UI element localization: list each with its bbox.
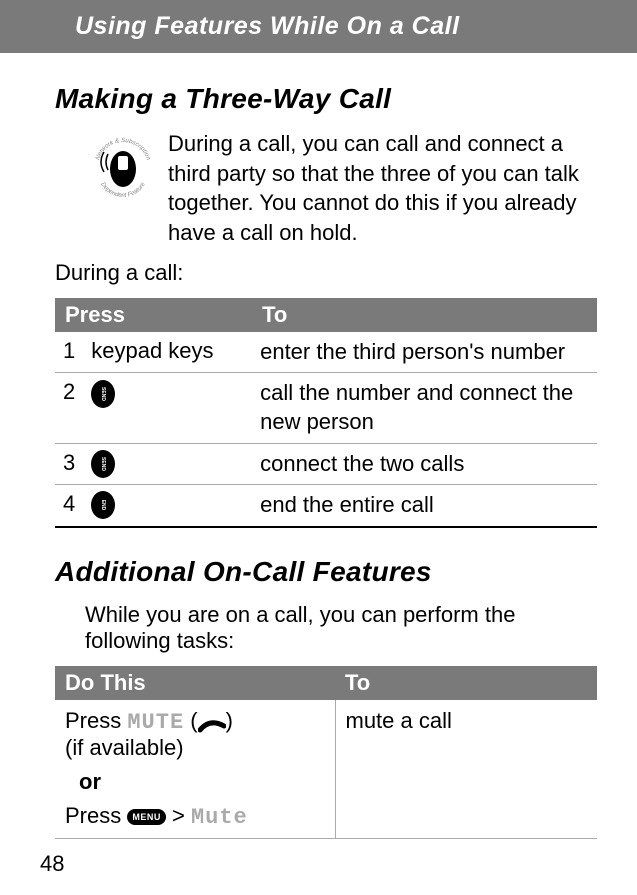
svg-text:SEND: SEND [100, 457, 106, 471]
section-title-three-way: Making a Three-Way Call [55, 83, 597, 115]
right-softkey-icon [198, 714, 226, 730]
end-key-icon: END [91, 491, 115, 519]
section-title-additional: Additional On-Call Features [55, 556, 597, 588]
table-row: Press MUTE () (if available) or Press ME… [55, 700, 597, 839]
three-way-steps-table: Press To 1 keypad keys enter the third p… [55, 298, 597, 528]
step-num: 2 [55, 373, 83, 443]
svg-text:END: END [100, 500, 106, 511]
table-row: 1 keypad keys enter the third person's n… [55, 332, 597, 373]
to-cell: connect the two calls [252, 443, 597, 485]
network-dependent-feature-icon: Network & Subscription Dependent Feature [85, 129, 160, 204]
to-cell: call the number and connect the new pers… [252, 373, 597, 443]
send-key-icon: SEND [91, 380, 115, 408]
col-to: To [252, 298, 597, 332]
page-header: Using Features While On a Call [0, 0, 637, 53]
dothis-cell: Press MUTE () (if available) or Press ME… [55, 700, 335, 839]
intro-paragraph: During a call, you can call and connect … [168, 129, 597, 248]
step-num: 4 [55, 485, 83, 527]
col-press: Press [55, 298, 252, 332]
press-cell: SEND [83, 373, 252, 443]
table-row: 2 SEND call the number and connect the n… [55, 373, 597, 443]
lead-text: During a call: [55, 260, 597, 286]
or-text: or [79, 769, 325, 795]
press-cell: SEND [83, 443, 252, 485]
table-row: 3 SEND connect the two calls [55, 443, 597, 485]
press-word: Press [65, 803, 127, 828]
mute-menu-label: Mute [191, 805, 248, 830]
press-cell: keypad keys [83, 332, 252, 373]
lead-text-2: While you are on a call, you can perform… [85, 602, 597, 654]
to-cell: enter the third person's number [252, 332, 597, 373]
menu-key-icon: MENU [127, 809, 166, 825]
mute-softkey-label: MUTE [127, 710, 184, 735]
if-available: (if available) [65, 735, 184, 760]
to-cell: end the entire call [252, 485, 597, 527]
step-num: 1 [55, 332, 83, 373]
step-num: 3 [55, 443, 83, 485]
paren: ) [226, 708, 233, 733]
paren: ( [184, 708, 197, 733]
on-call-tasks-table: Do This To Press MUTE () (if available) … [55, 666, 597, 839]
svg-text:SEND: SEND [100, 387, 106, 401]
gt: > [166, 803, 191, 828]
page-number: 48 [40, 851, 64, 877]
press-word: Press [65, 708, 127, 733]
col-to2: To [335, 666, 597, 700]
table-row: 4 END end the entire call [55, 485, 597, 527]
send-key-icon: SEND [91, 450, 115, 478]
press-cell: END [83, 485, 252, 527]
to-cell: mute a call [335, 700, 597, 839]
col-dothis: Do This [55, 666, 335, 700]
